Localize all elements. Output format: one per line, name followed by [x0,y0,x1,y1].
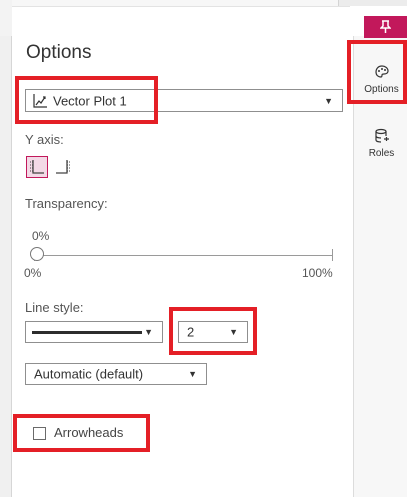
transparency-label: Transparency: [25,196,108,211]
top-button-edge[interactable] [338,0,407,6]
chevron-down-icon: ▼ [324,95,333,106]
pin-icon [380,20,391,33]
vector-plot-icon [33,94,47,108]
left-strip [0,36,12,497]
pin-button[interactable] [364,16,407,38]
line-width-select[interactable]: 2 ▼ [178,321,248,343]
line-style-label: Line style: [25,300,84,315]
chevron-down-icon: ▼ [144,327,153,337]
options-panel: Options Vector Plot 1 ▼ Y axis: Transpar… [12,36,353,497]
database-icon [374,128,389,143]
right-axis-icon [56,160,70,174]
left-axis-icon [30,160,44,174]
chevron-down-icon: ▼ [229,327,238,337]
slider-max-tick [332,249,333,261]
side-tab-roles-label: Roles [368,148,395,159]
transparency-slider-thumb[interactable] [30,247,44,261]
slider-max-label: 100% [302,266,333,280]
line-width-value: 2 [187,324,195,340]
arrowheads-label[interactable]: Arrowheads [54,425,123,440]
line-color-value: Automatic (default) [34,366,144,382]
panel-title: Options [26,42,92,63]
transparency-slider-track[interactable] [34,255,332,256]
top-bar [0,0,407,36]
solid-line-sample [32,331,142,334]
line-pattern-select[interactable]: ▼ [25,321,163,343]
side-tab-roles[interactable]: Roles [356,128,407,159]
top-edge [12,0,350,7]
right-side-panel [353,36,407,497]
plot-select-value: Vector Plot 1 [53,93,127,108]
chevron-down-icon: ▼ [188,369,197,379]
transparency-value: 0% [32,229,50,243]
y-axis-right-button[interactable] [52,156,74,178]
top-corner [0,0,12,36]
palette-icon [374,65,389,78]
slider-min-label: 0% [24,266,42,280]
side-tab-options[interactable]: Options [356,64,407,95]
y-axis-left-button[interactable] [26,156,48,178]
plot-select[interactable]: Vector Plot 1 ▼ [25,89,343,112]
y-axis-label: Y axis: [25,132,64,147]
arrowheads-checkbox[interactable] [33,427,46,440]
line-color-select[interactable]: Automatic (default) ▼ [25,363,207,385]
side-tab-options-label: Options [364,84,399,95]
